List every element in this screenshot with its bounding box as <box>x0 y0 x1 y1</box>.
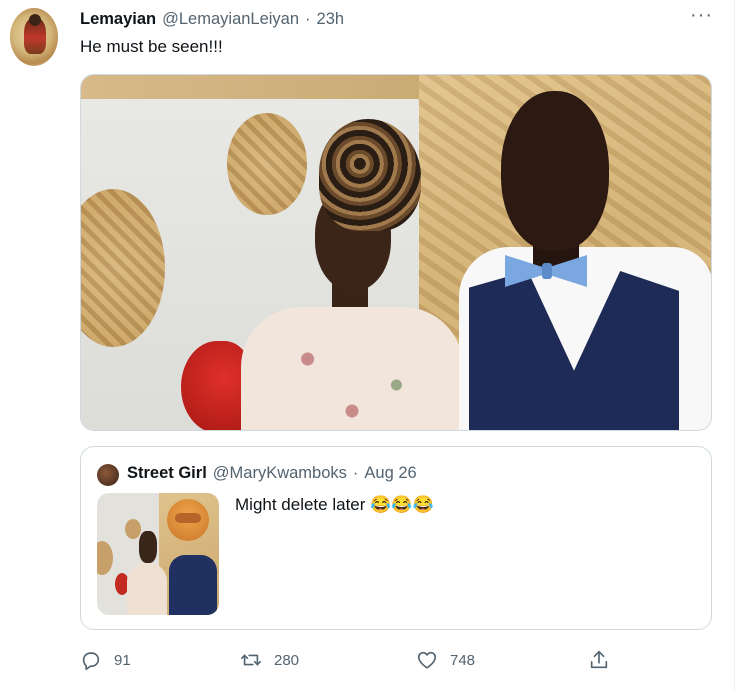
header-separator: · <box>305 10 311 28</box>
photo-man-face <box>501 91 609 251</box>
quoted-author-handle[interactable]: @MaryKwamboks <box>213 464 347 483</box>
quoted-tweet-timestamp[interactable]: Aug 26 <box>364 464 416 483</box>
quoted-tweet-thumbnail[interactable] <box>97 493 219 615</box>
reply-button[interactable]: 91 <box>80 646 131 674</box>
author-avatar[interactable] <box>10 8 58 66</box>
quoted-tweet-text: Might delete later 😂😂😂 <box>235 495 434 514</box>
thumb-woman-head <box>139 531 157 563</box>
tweet-photo[interactable] <box>80 74 712 431</box>
author-handle[interactable]: @LemayianLeiyan <box>162 10 299 29</box>
tweet-actions: 91 280 748 <box>80 646 640 674</box>
photo-wood-strip <box>81 75 421 99</box>
tweet-text: He must be seen!!! <box>80 37 223 56</box>
quoted-tweet-header: Street Girl @MaryKwamboks · Aug 26 <box>127 464 417 486</box>
quoted-header-separator: · <box>352 464 359 482</box>
photo-wood-disc-small <box>227 113 307 215</box>
thumb-disc-large <box>97 541 113 575</box>
thumb-man <box>169 555 217 615</box>
photo-woman-headwrap <box>319 119 421 231</box>
quoted-author-name[interactable]: Street Girl <box>127 464 207 483</box>
like-button[interactable]: 748 <box>416 646 475 674</box>
share-button[interactable] <box>588 646 610 674</box>
quoted-author-avatar[interactable] <box>97 464 119 486</box>
share-icon <box>590 650 608 669</box>
more-icon[interactable]: ··· <box>690 5 713 25</box>
photo-bowtie-knot <box>542 263 552 279</box>
thumb-face-cover-emoji <box>167 499 209 541</box>
heart-icon <box>417 651 437 669</box>
retweet-button[interactable]: 280 <box>240 646 299 674</box>
reply-icon <box>82 652 100 670</box>
thumb-woman <box>127 563 167 615</box>
author-name[interactable]: Lemayian <box>80 10 156 29</box>
tweet-card[interactable]: Lemayian @LemayianLeiyan · 23h ··· He mu… <box>0 0 735 691</box>
avatar-head <box>29 14 41 26</box>
retweet-icon <box>241 654 261 666</box>
like-count: 748 <box>450 651 476 669</box>
tweet-header: Lemayian @LemayianLeiyan · 23h <box>80 10 344 30</box>
reply-count: 91 <box>114 651 131 669</box>
quoted-tweet[interactable]: Street Girl @MaryKwamboks · Aug 26 Might… <box>80 446 712 630</box>
tweet-timestamp[interactable]: 23h <box>317 10 345 29</box>
photo-woman-dress <box>241 307 463 430</box>
thumb-disc-small <box>125 519 141 539</box>
retweet-count: 280 <box>274 651 300 669</box>
